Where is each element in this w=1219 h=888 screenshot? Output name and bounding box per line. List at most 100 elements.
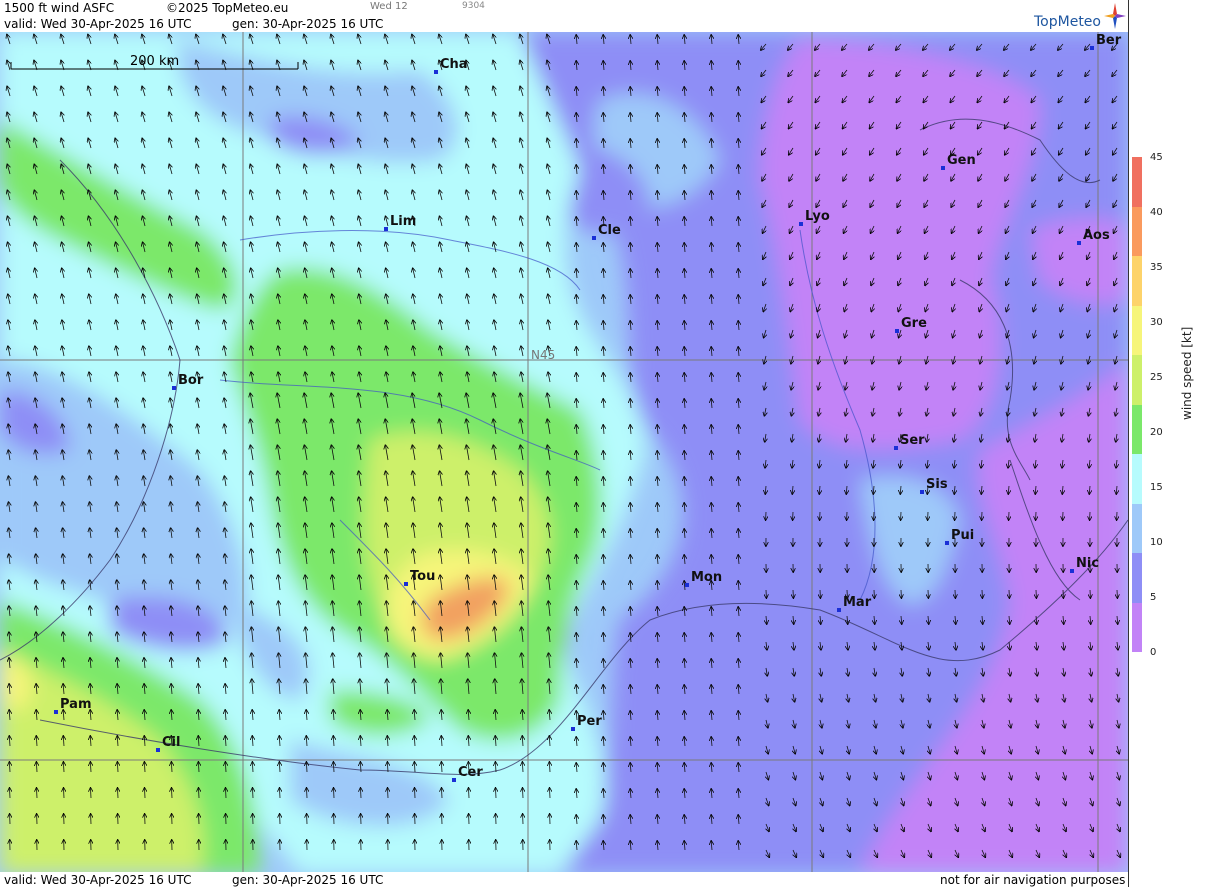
wind-arrow <box>415 788 416 798</box>
brand-logo: TopMeteo <box>1034 14 1101 30</box>
city-label: Aos <box>1083 228 1110 243</box>
footer-row: valid: Wed 30-Apr-2025 16 UTC gen: 30-Ap… <box>0 872 1128 888</box>
legend-tick-label: 15 <box>1150 482 1163 493</box>
city-label: Cil <box>162 735 180 750</box>
legend-swatch <box>1132 355 1142 405</box>
wind-arrow <box>145 788 146 798</box>
city-label: Ber <box>1096 33 1121 48</box>
legend-tick-label: 45 <box>1150 152 1163 163</box>
city-label: Nic <box>1076 556 1099 571</box>
city-label: Cer <box>458 765 483 780</box>
city-dot <box>592 236 596 240</box>
city-label: Ser <box>900 433 925 448</box>
city-label: Cha <box>440 57 468 72</box>
scale-label: 200 km <box>130 54 179 69</box>
legend-tick-label: 5 <box>1150 592 1156 603</box>
legend-tick-label: 35 <box>1150 262 1163 273</box>
wind-arrow <box>523 788 524 798</box>
wind-arrow <box>118 788 119 798</box>
legend-swatch <box>1132 405 1142 455</box>
wind-arrow <box>10 788 11 798</box>
city-dot <box>1070 569 1074 573</box>
legend-swatch <box>1132 256 1142 306</box>
city-label: Tou <box>410 569 435 584</box>
legend-swatch <box>1132 603 1142 653</box>
wind-arrow <box>253 788 254 798</box>
city-dot <box>172 386 176 390</box>
legend-tick-label: 25 <box>1150 372 1163 383</box>
city-dot <box>384 227 388 231</box>
city-label: Lyo <box>805 209 830 224</box>
legend-swatch <box>1132 157 1142 207</box>
city-label: Per <box>577 714 602 729</box>
wind-arrow <box>307 788 308 798</box>
compass-rose-icon <box>1103 2 1127 30</box>
legend-swatch <box>1132 454 1142 504</box>
wind-arrow <box>64 788 65 798</box>
city-dot <box>945 541 949 545</box>
city-label: Sis <box>926 477 948 492</box>
legend-swatch <box>1132 207 1142 257</box>
city-dot <box>920 490 924 494</box>
legend-tick-label: 10 <box>1150 537 1163 548</box>
footer-valid-time: valid: Wed 30-Apr-2025 16 UTC <box>4 873 191 887</box>
wind-arrow <box>226 788 227 798</box>
city-dot <box>434 70 438 74</box>
copyright: ©2025 TopMeteo.eu <box>166 1 288 15</box>
disclaimer: not for air navigation purposes <box>940 873 1125 887</box>
city-label: Lim <box>390 214 416 229</box>
legend-tick-label: 40 <box>1150 207 1163 218</box>
wind-arrow <box>172 788 173 798</box>
legend-tick-label: 0 <box>1150 647 1156 658</box>
wind-arrow <box>37 788 38 798</box>
city-label: Cle <box>598 223 621 238</box>
city-dot <box>685 583 689 587</box>
city-dot <box>571 727 575 731</box>
city-dot <box>452 778 456 782</box>
wind-arrow <box>361 788 362 798</box>
city-dot <box>799 222 803 226</box>
wind-arrow <box>496 788 497 798</box>
wind-arrow <box>91 788 92 798</box>
legend-swatch <box>1132 553 1142 603</box>
wind-arrow <box>442 788 443 798</box>
header-row-2: valid: Wed 30-Apr-2025 16 UTC gen: 30-Ap… <box>0 16 1128 32</box>
legend-tick-label: 20 <box>1150 427 1163 438</box>
legend-divider <box>1128 0 1129 887</box>
legend-swatch <box>1132 306 1142 356</box>
header-row-1: 1500 ft wind ASFC ©2025 TopMeteo.eu Wed … <box>0 0 1128 16</box>
footer-gen-time: gen: 30-Apr-2025 16 UTC <box>232 873 383 887</box>
city-label: Pui <box>951 528 974 543</box>
grid-label: N45 <box>531 348 555 362</box>
run-code: 9304 <box>462 1 485 11</box>
legend-unit-label: wind speed [kt] <box>1180 327 1194 420</box>
city-dot <box>1077 241 1081 245</box>
city-dot <box>1090 46 1094 50</box>
city-label: Mar <box>843 595 871 610</box>
legend-colorbar <box>1132 157 1142 652</box>
city-dot <box>941 166 945 170</box>
city-label: Pam <box>60 697 92 712</box>
run-day: Wed 12 <box>370 1 408 12</box>
city-dot <box>54 710 58 714</box>
product-title: 1500 ft wind ASFC <box>4 1 114 15</box>
city-label: Gen <box>947 153 976 168</box>
wind-arrow <box>388 788 389 798</box>
city-dot <box>895 329 899 333</box>
legend-swatch <box>1132 504 1142 554</box>
city-label: Mon <box>691 570 722 585</box>
city-label: Bor <box>178 373 203 388</box>
city-dot <box>404 582 408 586</box>
valid-time: valid: Wed 30-Apr-2025 16 UTC <box>4 17 191 31</box>
gen-time: gen: 30-Apr-2025 16 UTC <box>232 17 383 31</box>
wind-arrow <box>469 788 470 798</box>
wind-arrow <box>550 788 551 798</box>
city-dot <box>837 608 841 612</box>
wind-arrow <box>199 788 200 798</box>
city-dot <box>156 748 160 752</box>
wind-arrow <box>334 788 335 798</box>
wind-map: 200 km N45 Cha Ber Lim Cle Lyo Gen Aos G… <box>0 32 1128 874</box>
city-dot <box>894 446 898 450</box>
wind-arrow <box>280 788 281 798</box>
legend-tick-label: 30 <box>1150 317 1163 328</box>
